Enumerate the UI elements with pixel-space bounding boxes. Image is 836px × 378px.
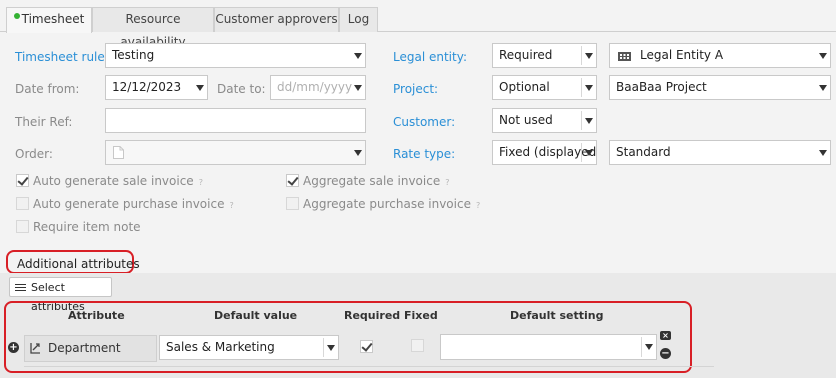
date-to-label: Date to: (217, 82, 266, 96)
default-value-text: Sales & Marketing (166, 340, 275, 354)
tab-customer-approvers[interactable]: Customer approvers (214, 7, 339, 32)
auto-purchase-invoice-label: Auto generate purchase invoice? (33, 196, 234, 214)
auto-sale-invoice-text: Auto generate sale invoice (33, 174, 194, 188)
customer-mode-select[interactable]: Not used (492, 108, 597, 133)
clear-icon[interactable]: × (660, 331, 671, 340)
chevron-down-icon[interactable] (351, 141, 365, 164)
customer-mode-value: Not used (499, 113, 553, 127)
rate-type-value: Standard (616, 145, 671, 159)
select-attributes-button[interactable]: Select attributes (9, 277, 112, 313)
help-icon[interactable]: ? (199, 178, 203, 187)
auto-sale-invoice-label: Auto generate sale invoice? (33, 173, 203, 191)
row-divider (24, 366, 714, 367)
remove-row-icon[interactable]: − (660, 348, 671, 359)
auto-purchase-invoice-checkbox[interactable] (16, 197, 29, 210)
legal-entity-label: Legal entity: (393, 50, 467, 64)
date-to-field[interactable]: dd/mm/yyyy (270, 75, 366, 100)
require-item-note-checkbox[interactable] (16, 220, 29, 233)
aggregate-sale-invoice-checkbox[interactable] (286, 174, 299, 187)
tab-timesheet[interactable]: Timesheet (6, 7, 92, 33)
project-label: Project: (393, 82, 439, 96)
date-from-field[interactable]: 12/12/2023 (105, 75, 208, 100)
chevron-down-icon[interactable] (324, 336, 338, 359)
project-mode-value: Optional (499, 80, 550, 94)
chevron-down-icon[interactable] (582, 141, 596, 164)
building-icon (618, 52, 631, 61)
aggregate-sale-invoice-label: Aggregate sale invoice? (303, 173, 449, 191)
additional-attributes-heading: Additional attributes (17, 257, 140, 271)
chevron-down-icon[interactable] (193, 76, 207, 99)
project-mode-select[interactable]: Optional (492, 75, 597, 100)
chevron-down-icon[interactable] (351, 44, 365, 67)
rate-type-mode-select[interactable]: Fixed (displayed) (492, 140, 597, 165)
column-header-default-value: Default value (214, 309, 298, 322)
chevron-down-icon[interactable] (582, 44, 596, 67)
chevron-down-icon[interactable] (582, 76, 596, 99)
require-item-note-label: Require item note (33, 220, 141, 234)
attribute-name: Department (48, 341, 121, 355)
table-row-attribute-cell: Department (24, 335, 157, 362)
default-value-select[interactable]: Sales & Marketing (159, 335, 339, 360)
their-ref-input[interactable] (105, 108, 366, 133)
chevron-down-icon[interactable] (816, 76, 830, 99)
help-icon[interactable]: ? (476, 201, 480, 210)
timesheet-rule-select[interactable]: Testing (105, 43, 366, 68)
legal-entity-value: Legal Entity A (640, 48, 724, 62)
column-header-attribute: Attribute (68, 309, 125, 322)
order-select[interactable] (105, 140, 366, 165)
tab-bar: Timesheet Resource availability Customer… (0, 0, 836, 49)
attribute-icon (30, 343, 40, 354)
customer-label: Customer: (393, 115, 456, 129)
chevron-down-icon[interactable] (582, 109, 596, 132)
date-from-value: 12/12/2023 (112, 80, 182, 94)
aggregate-sale-invoice-text: Aggregate sale invoice (303, 174, 441, 188)
timesheet-rule-label: Timesheet rule: (15, 50, 109, 64)
their-ref-label: Their Ref: (15, 115, 73, 129)
help-icon[interactable]: ? (445, 178, 449, 187)
column-header-default-setting: Default setting (510, 309, 604, 322)
chevron-down-icon[interactable] (816, 44, 830, 67)
order-label: Order: (15, 147, 53, 161)
aggregate-purchase-invoice-label: Aggregate purchase invoice? (303, 196, 480, 214)
timesheet-rule-value: Testing (112, 48, 155, 62)
rate-type-select[interactable]: Standard (609, 140, 831, 165)
help-icon[interactable]: ? (229, 201, 233, 210)
column-header-required: Required (344, 309, 401, 322)
legal-entity-mode-value: Required (499, 48, 553, 62)
tab-log-label: Log (347, 12, 370, 26)
auto-purchase-invoice-text: Auto generate purchase invoice (33, 197, 225, 211)
tab-customer-approvers-label: Customer approvers (215, 12, 338, 26)
auto-sale-invoice-checkbox[interactable] (16, 174, 29, 187)
project-value: BaaBaa Project (616, 80, 707, 94)
menu-icon (15, 284, 26, 291)
legal-entity-select[interactable]: Legal Entity A (609, 43, 831, 68)
document-icon (113, 146, 124, 159)
date-to-placeholder: dd/mm/yyyy (277, 80, 353, 94)
tab-log[interactable]: Log (339, 7, 378, 32)
required-checkbox[interactable] (360, 340, 373, 353)
fixed-checkbox[interactable] (411, 339, 424, 352)
tab-timesheet-label: Timesheet (21, 12, 85, 26)
project-select[interactable]: BaaBaa Project (609, 75, 831, 100)
rate-type-label: Rate type: (393, 147, 456, 161)
chevron-down-icon[interactable] (642, 335, 656, 358)
default-setting-select[interactable] (440, 334, 657, 360)
tab-resource-availability[interactable]: Resource availability (92, 7, 214, 49)
aggregate-purchase-invoice-text: Aggregate purchase invoice (303, 197, 471, 211)
chevron-down-icon[interactable] (351, 76, 365, 99)
active-dot-icon (13, 13, 20, 19)
expand-row-icon[interactable]: + (8, 342, 19, 353)
aggregate-purchase-invoice-checkbox[interactable] (286, 197, 299, 210)
date-from-label: Date from: (15, 82, 80, 96)
chevron-down-icon[interactable] (816, 141, 830, 164)
legal-entity-mode-select[interactable]: Required (492, 43, 597, 68)
column-header-fixed: Fixed (404, 309, 438, 322)
